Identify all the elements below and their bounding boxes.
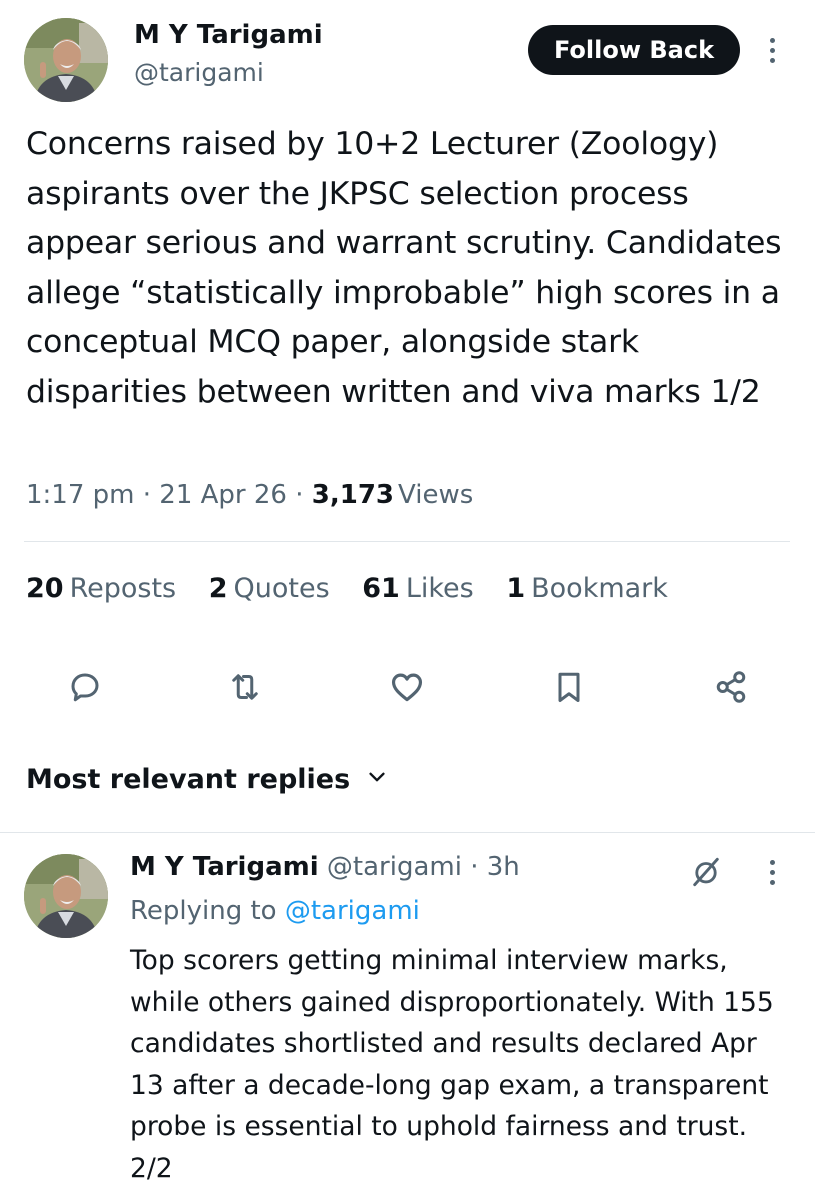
tweet-text: Concerns raised by 10+2 Lecturer (Zoolog…	[26, 126, 782, 410]
avatar-photo	[24, 18, 108, 102]
follow-back-button[interactable]: Follow Back	[528, 25, 740, 75]
reply-author-avatar[interactable]	[24, 854, 108, 938]
replying-to-handle[interactable]: @tarigami	[285, 896, 420, 926]
reply-more-options-icon[interactable]	[762, 852, 782, 892]
author-avatar[interactable]	[24, 18, 108, 102]
reply-icon[interactable]	[60, 662, 110, 712]
reply-author-name[interactable]: M Y Tarigami	[130, 852, 319, 882]
stat-likes[interactable]: 61 Likes	[362, 573, 473, 604]
replies-sort-dropdown[interactable]: Most relevant replies	[26, 764, 388, 795]
reply-separator: ·	[470, 852, 479, 882]
reply-header: M Y Tarigami @tarigami · 3h	[130, 852, 520, 882]
grok-icon[interactable]	[684, 850, 728, 894]
reply-author-handle[interactable]: @tarigami	[327, 852, 462, 882]
replying-prefix: Replying to	[130, 896, 277, 926]
replying-to: Replying to @tarigami	[130, 896, 420, 926]
views-count: 3,173	[311, 480, 395, 510]
avatar-photo	[24, 854, 108, 938]
divider	[0, 832, 815, 833]
tweet-date[interactable]: 21 Apr 26	[159, 480, 287, 510]
stat-quotes[interactable]: 2 Quotes	[209, 573, 330, 604]
author-handle[interactable]: @tarigami	[134, 58, 264, 87]
tweet-time[interactable]: 1:17 pm	[26, 480, 134, 510]
stat-reposts[interactable]: 20 Reposts	[26, 573, 176, 604]
reply-text: Top scorers getting minimal interview ma…	[130, 945, 774, 1184]
views-label: Views	[398, 480, 474, 510]
divider	[24, 541, 790, 542]
bookmark-icon[interactable]	[544, 662, 594, 712]
replies-sort-label: Most relevant replies	[26, 764, 351, 795]
more-options-icon[interactable]	[762, 30, 782, 70]
share-icon[interactable]	[706, 662, 756, 712]
chevron-down-icon	[366, 764, 388, 795]
like-icon[interactable]	[382, 662, 432, 712]
engagement-stats: 20 Reposts 2 Quotes 61 Likes 1 Bookmark	[26, 573, 692, 604]
repost-icon[interactable]	[220, 662, 270, 712]
stat-bookmarks[interactable]: 1 Bookmark	[506, 573, 668, 604]
meta-separator: ·	[142, 480, 152, 510]
meta-separator: ·	[295, 480, 304, 510]
tweet-meta: 1:17 pm · 21 Apr 26 · 3,173 Views	[26, 480, 473, 510]
reply-time[interactable]: 3h	[487, 852, 520, 882]
author-name[interactable]: M Y Tarigami	[134, 20, 323, 50]
